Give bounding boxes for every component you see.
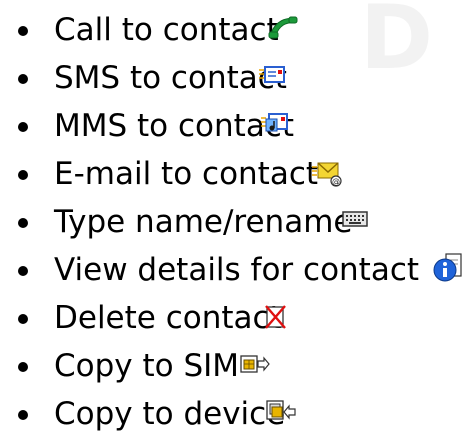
item-label-mms: MMS to contact — [54, 108, 295, 144]
bullet — [18, 266, 28, 276]
bullet — [18, 410, 28, 420]
mms-message-icon — [261, 113, 288, 132]
item-label-delete: Delete contact — [54, 300, 282, 336]
item-label-copy-sim: Copy to SIM — [54, 348, 240, 384]
svg-text:@: @ — [332, 177, 340, 186]
keyboard-icon — [342, 211, 368, 227]
copy-to-device-icon — [266, 400, 296, 420]
copy-to-sim-icon — [240, 355, 270, 373]
item-label-copy-device: Copy to device — [54, 396, 286, 432]
item-label-sms: SMS to contact — [54, 60, 287, 96]
item-label-call: Call to contact — [54, 12, 279, 48]
delete-cross-icon — [265, 305, 286, 329]
green-phone-icon — [268, 16, 298, 39]
bullet — [18, 218, 28, 228]
info-details-icon — [433, 253, 462, 282]
sms-message-icon — [259, 66, 285, 83]
bullet — [18, 362, 28, 372]
item-label-email: E-mail to contact — [54, 156, 319, 192]
item-label-rename: Type name/rename — [54, 204, 353, 240]
bullet — [18, 170, 28, 180]
email-envelope-icon: @ — [312, 162, 342, 187]
watermark-letter: D — [360, 0, 436, 89]
bullet — [18, 26, 28, 36]
bullet — [18, 314, 28, 324]
bullet — [18, 74, 28, 84]
item-label-details: View details for contact — [54, 252, 420, 288]
bullet — [18, 122, 28, 132]
